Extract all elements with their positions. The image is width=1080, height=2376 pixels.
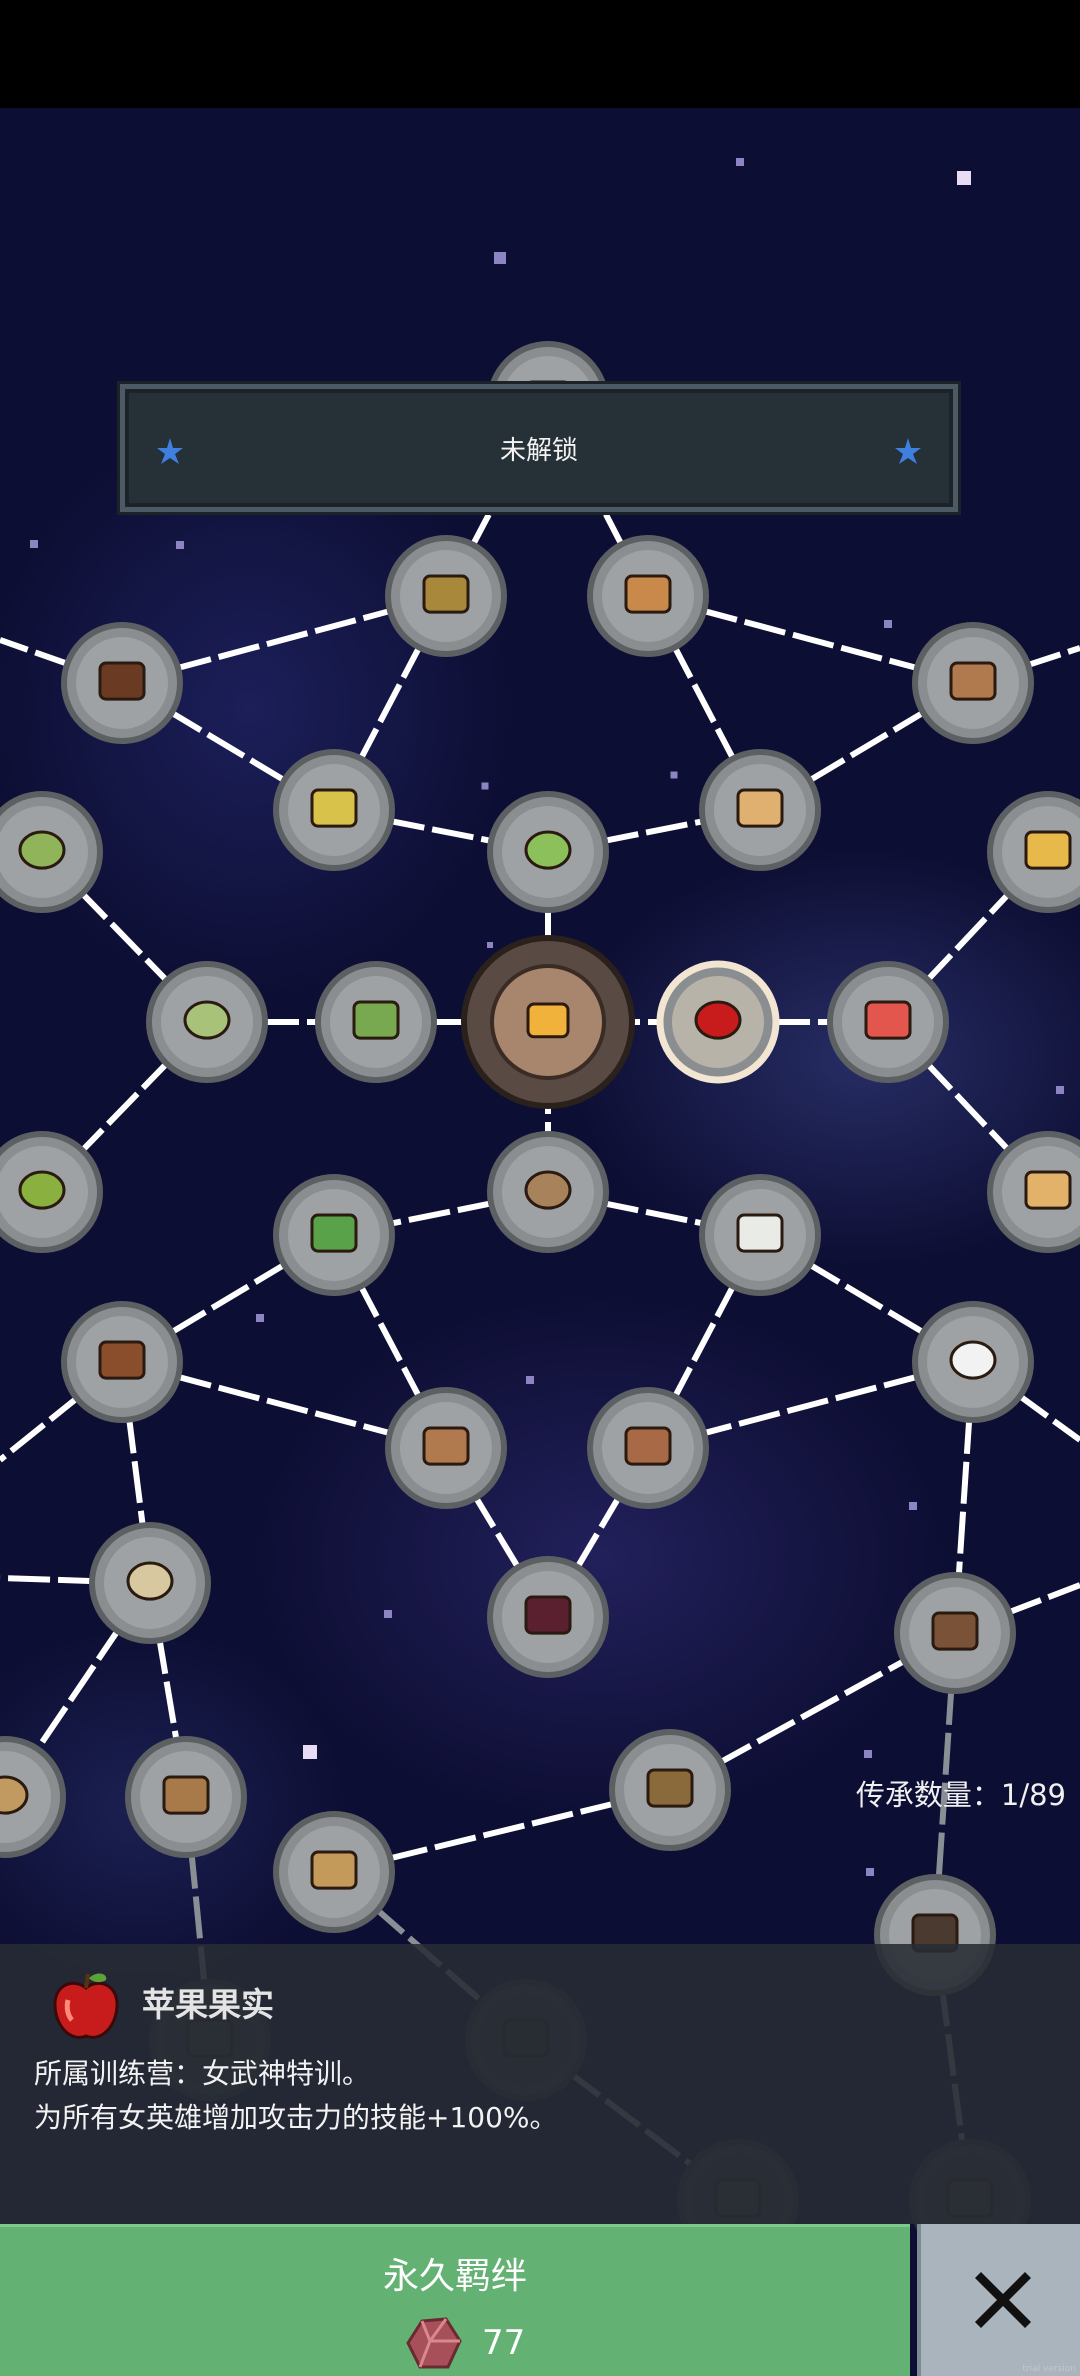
- node-radish[interactable]: [699, 1174, 821, 1296]
- node-leaf[interactable]: [315, 961, 437, 1083]
- node-skewer[interactable]: [385, 535, 507, 657]
- permanent-bond-button[interactable]: 永久羁绊 77: [0, 2224, 910, 2376]
- node-wood[interactable]: [894, 1572, 1016, 1694]
- node-corn[interactable]: [273, 749, 395, 871]
- node-cabbage[interactable]: [487, 791, 609, 913]
- background-star: [30, 540, 38, 548]
- background-star: [481, 782, 489, 790]
- node-watermelon[interactable]: [827, 961, 949, 1083]
- cake-slice-icon: [98, 661, 146, 701]
- blue-star-icon: [895, 438, 921, 464]
- jelly-icon: [18, 830, 66, 870]
- watermelon-icon: [864, 1000, 912, 1040]
- bond-cost: 77: [400, 2313, 525, 2373]
- node-stick[interactable]: [273, 1811, 395, 1933]
- background-star: [866, 1868, 874, 1876]
- skewer-icon: [422, 574, 470, 614]
- selected-item-panel: 苹果果实 所属训练营：女武神特训。 为所有女英雄增加攻击力的技能+100%。: [0, 1944, 1080, 2224]
- background-star: [256, 1314, 264, 1322]
- node-brick[interactable]: [609, 1729, 731, 1851]
- background-star: [494, 252, 506, 264]
- loaf-icon: [98, 1340, 146, 1380]
- burger-icon: [624, 574, 672, 614]
- game-screen: 未解锁 传承数量：1/89 苹果果实 所属训练营：女武神特训。 为所有女英雄增加…: [0, 0, 1080, 2376]
- item-name: 苹果果实: [142, 1985, 274, 2024]
- coconut-icon: [183, 1000, 231, 1040]
- item-camp: 所属训练营：女武神特训。: [34, 2057, 371, 2090]
- node-loaf[interactable]: [61, 1301, 183, 1423]
- brick-icon: [646, 1768, 694, 1808]
- background-star: [526, 1376, 534, 1384]
- node-steak[interactable]: [587, 1387, 709, 1509]
- node-bread[interactable]: [699, 749, 821, 871]
- background-star: [384, 1610, 392, 1618]
- background-star: [176, 541, 184, 549]
- legacy-label: 传承数量：: [855, 1778, 1001, 1812]
- red-gem-icon: [406, 2317, 462, 2369]
- item-effect: 为所有女英雄增加攻击力的技能+100%。: [34, 2101, 558, 2134]
- legacy-value: 1/89: [1000, 1778, 1066, 1812]
- shield-icon: [162, 1775, 210, 1815]
- bond-button-label: 永久羁绊: [382, 2256, 527, 2297]
- onigiri-icon: [949, 1340, 997, 1380]
- bread-icon: [736, 788, 784, 828]
- background-star: [957, 171, 971, 185]
- background-star: [1056, 1086, 1064, 1094]
- wine-icon: [524, 1595, 572, 1635]
- pancakes-icon: [1024, 1170, 1072, 1210]
- close-button[interactable]: [917, 2224, 1080, 2376]
- node-apple[interactable]: [656, 960, 780, 1084]
- background-star: [487, 942, 493, 948]
- bowl-icon: [524, 1170, 572, 1210]
- background-star: [884, 620, 892, 628]
- node-burger[interactable]: [587, 535, 709, 657]
- honey-jar-icon: [526, 1002, 570, 1039]
- bond-cost-value: 77: [482, 2323, 526, 2363]
- node-pudding[interactable]: [987, 791, 1080, 913]
- node-shield[interactable]: [125, 1736, 247, 1858]
- node-coconut[interactable]: [146, 961, 268, 1083]
- background-star: [864, 1750, 872, 1758]
- watermark-text: trial version: [1022, 2364, 1076, 2374]
- kiwi-icon: [18, 1170, 66, 1210]
- node-wine[interactable]: [487, 1556, 609, 1678]
- pudding-icon: [1024, 830, 1072, 870]
- node-sausage-skewer[interactable]: [912, 622, 1034, 744]
- corn-icon: [310, 788, 358, 828]
- node-pancakes[interactable]: [987, 1131, 1080, 1253]
- donut-icon: [126, 1561, 174, 1601]
- node-kiwi[interactable]: [0, 1131, 103, 1253]
- wood-icon: [931, 1611, 979, 1651]
- close-x-icon: [975, 2272, 1031, 2328]
- radish-icon: [736, 1213, 784, 1253]
- node-cake-slice[interactable]: [61, 622, 183, 744]
- background-star: [909, 1502, 917, 1510]
- node-fish[interactable]: [385, 1387, 507, 1509]
- background-star: [736, 158, 744, 166]
- background-star: [303, 1745, 317, 1759]
- node-bowl[interactable]: [487, 1131, 609, 1253]
- leaf-icon: [352, 1000, 400, 1040]
- node-round-left[interactable]: [0, 1736, 66, 1858]
- round-item-icon: [0, 1775, 29, 1815]
- locked-banner: 未解锁: [120, 384, 958, 512]
- fish-icon: [422, 1426, 470, 1466]
- node-onigiri[interactable]: [912, 1301, 1034, 1423]
- apple-icon: [53, 1973, 119, 2039]
- steak-icon: [624, 1426, 672, 1466]
- sausage-skewer-icon: [949, 661, 997, 701]
- node-donut[interactable]: [89, 1522, 211, 1644]
- legacy-count: 传承数量：1/89: [856, 1772, 1066, 1814]
- cabbage-icon: [524, 830, 572, 870]
- node-jelly[interactable]: [0, 791, 103, 913]
- banner-text: 未解锁: [499, 435, 578, 466]
- background-star: [670, 771, 678, 779]
- pepper-icon: [310, 1213, 358, 1253]
- node-honey-jar[interactable]: [461, 935, 635, 1109]
- node-pepper[interactable]: [273, 1174, 395, 1296]
- apple-icon: [694, 1000, 742, 1040]
- stick-icon: [310, 1850, 358, 1890]
